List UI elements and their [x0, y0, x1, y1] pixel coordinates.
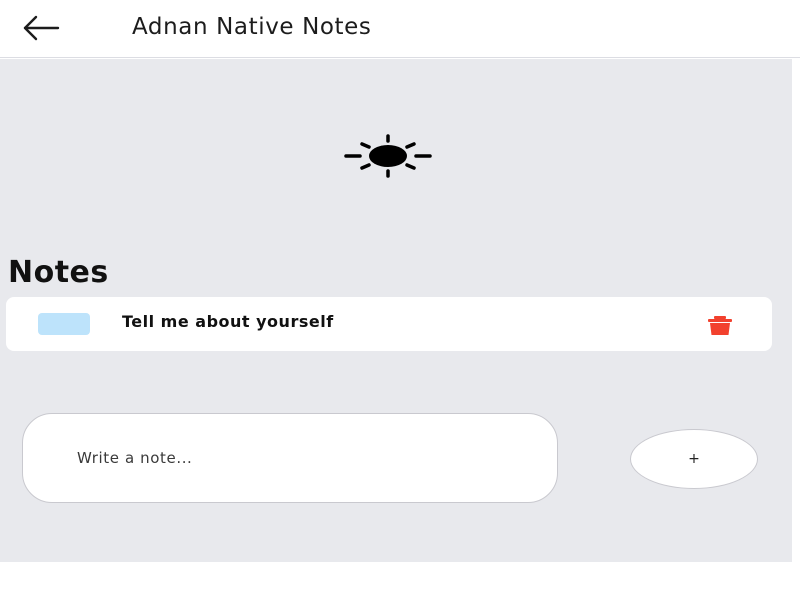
notes-heading: Notes — [8, 255, 109, 290]
app-header: Adnan Native Notes — [0, 0, 800, 58]
back-button[interactable] — [22, 12, 62, 44]
trash-icon — [708, 316, 732, 335]
page-title: Adnan Native Notes — [132, 14, 372, 40]
note-item[interactable]: Tell me about yourself — [6, 297, 772, 351]
note-input[interactable] — [22, 413, 558, 503]
note-color-swatch — [38, 313, 90, 335]
add-note-button[interactable]: + — [630, 429, 758, 489]
sun-icon — [344, 134, 432, 178]
delete-note-button[interactable] — [706, 314, 734, 336]
theme-toggle-button[interactable] — [340, 133, 436, 179]
notes-app: Adnan Native Notes Notes Tell me about y… — [0, 0, 800, 600]
main-content: Notes Tell me about yourself + — [0, 59, 792, 562]
note-text: Tell me about yourself — [122, 312, 334, 331]
arrow-left-icon — [23, 15, 60, 41]
